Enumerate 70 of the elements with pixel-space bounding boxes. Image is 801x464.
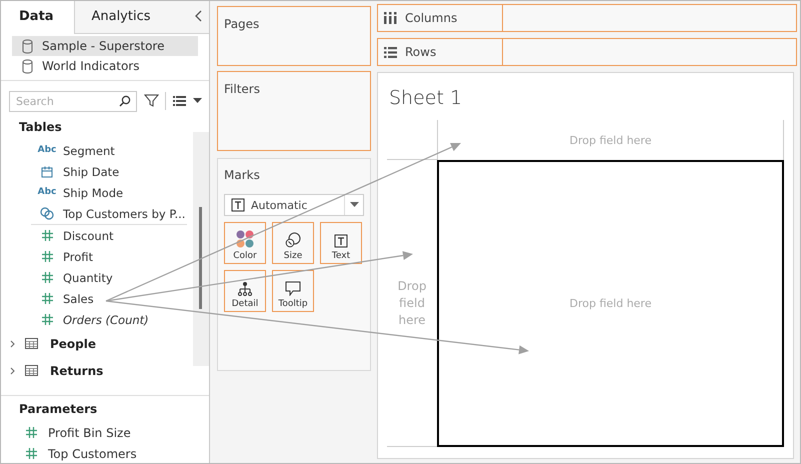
rows-shelf[interactable]: Rows [377,38,797,66]
table-item[interactable]: People [50,336,96,350]
table-icon [25,365,38,376]
mark-property-button[interactable]: Detail [224,270,266,312]
hash-icon [42,293,52,304]
collapsed-chevron-icon[interactable] [9,366,17,374]
shelf-label: Pages [223,16,260,31]
hash-icon [26,427,37,438]
mark-property-button[interactable]: Color [224,222,266,264]
field-type-label: Abc [38,187,56,198]
mark-property-button[interactable]: Size [272,222,314,264]
field-item[interactable]: Discount [63,228,114,242]
columns-shelf[interactable]: Columns [377,4,797,32]
palette-icon [236,230,254,248]
text-mark-icon [334,234,348,248]
section-heading: Parameters [18,402,98,418]
hash-icon [42,251,52,262]
text-mark-icon [231,198,245,212]
list-view-icon[interactable] [173,96,186,106]
field-type-label: Abc [38,145,56,156]
drop-zone-hint: Drop field here [396,278,428,328]
table-icon [25,338,38,349]
hash-icon [42,314,52,325]
shelf-label: Filters [223,81,261,96]
speech-bubble-icon [285,281,301,296]
field-item[interactable]: Ship Mode [63,186,124,200]
scrollbar[interactable] [193,132,209,366]
filters-shelf[interactable]: Filters [217,71,371,151]
mark-property-button[interactable]: Tooltip [272,270,314,312]
field-item[interactable]: Ship Date [63,164,120,178]
hash-icon [42,230,52,241]
hierarchy-icon [238,282,252,296]
field-item[interactable]: Sales [63,292,94,306]
drop-zone-hint: Drop field here [570,297,652,310]
search-field[interactable]: Search [9,91,137,112]
dropdown-caret-icon[interactable] [350,202,358,208]
section-heading: Tables [18,120,63,136]
hash-icon [26,448,37,459]
search-icon [119,95,131,107]
filter-icon[interactable] [144,93,159,108]
data-source-item[interactable]: World Indicators [12,56,198,76]
shelf-label: Rows [405,45,436,59]
table-item[interactable]: Returns [50,364,104,378]
database-icon [22,58,33,74]
dropdown-caret-icon[interactable] [193,98,202,104]
parameter-item[interactable]: Top Customers [48,446,137,460]
columns-icon [384,12,397,24]
field-item[interactable]: Orders (Count) [63,312,149,326]
field-item[interactable]: Segment [63,144,115,158]
rows-icon [384,46,397,58]
drop-zone-hint: Drop field here [570,134,652,146]
marks-title: Marks [223,167,261,182]
field-item[interactable]: Quantity [63,270,113,284]
overlapping-circles-icon [40,207,54,220]
collapse-icon[interactable] [195,10,203,22]
hash-icon [42,272,52,283]
field-item[interactable]: Top Customers by P... [63,206,186,220]
shelf-label: Columns [405,11,458,25]
sheet-title: Sheet 1 [388,86,464,111]
calendar-icon [41,166,53,178]
field-item[interactable]: Profit [63,250,93,264]
mark-type-dropdown[interactable]: Automatic [224,194,364,216]
database-icon [22,38,33,54]
pages-shelf[interactable]: Pages [217,6,371,66]
mark-property-button[interactable]: Text [320,222,362,264]
size-circles-icon [285,232,301,248]
parameter-item[interactable]: Profit Bin Size [48,426,131,440]
data-source-item[interactable]: Sample - Superstore [12,36,198,56]
panel-tab[interactable]: Analytics [75,1,195,34]
collapsed-chevron-icon[interactable] [9,340,17,348]
